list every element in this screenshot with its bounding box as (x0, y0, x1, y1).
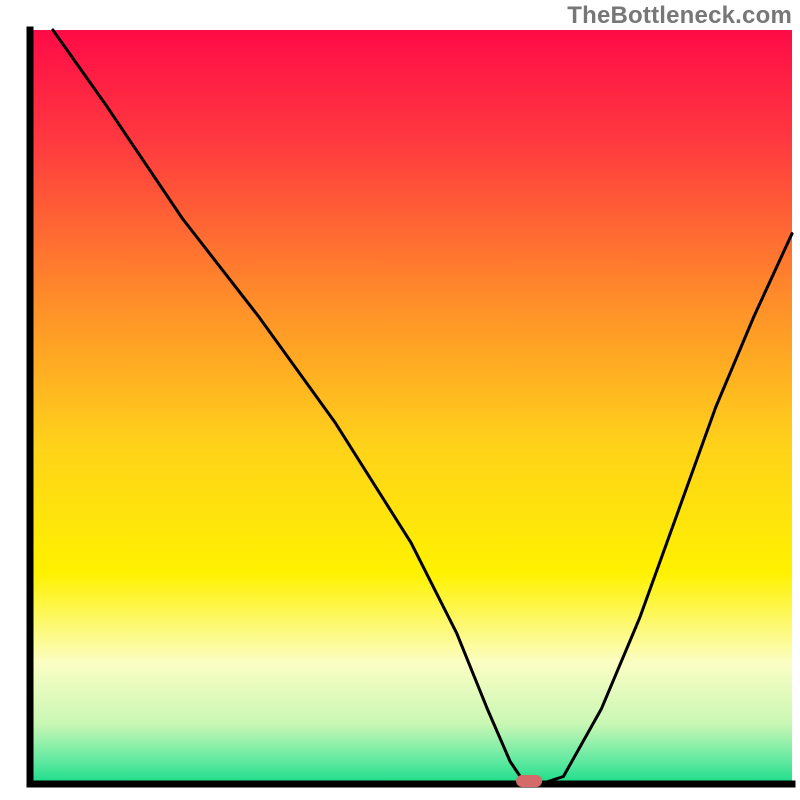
bottleneck-chart (0, 0, 800, 800)
optimal-marker (516, 775, 542, 787)
plot-background (30, 30, 792, 784)
watermark-label: TheBottleneck.com (567, 2, 792, 30)
chart-container: TheBottleneck.com (0, 0, 800, 800)
